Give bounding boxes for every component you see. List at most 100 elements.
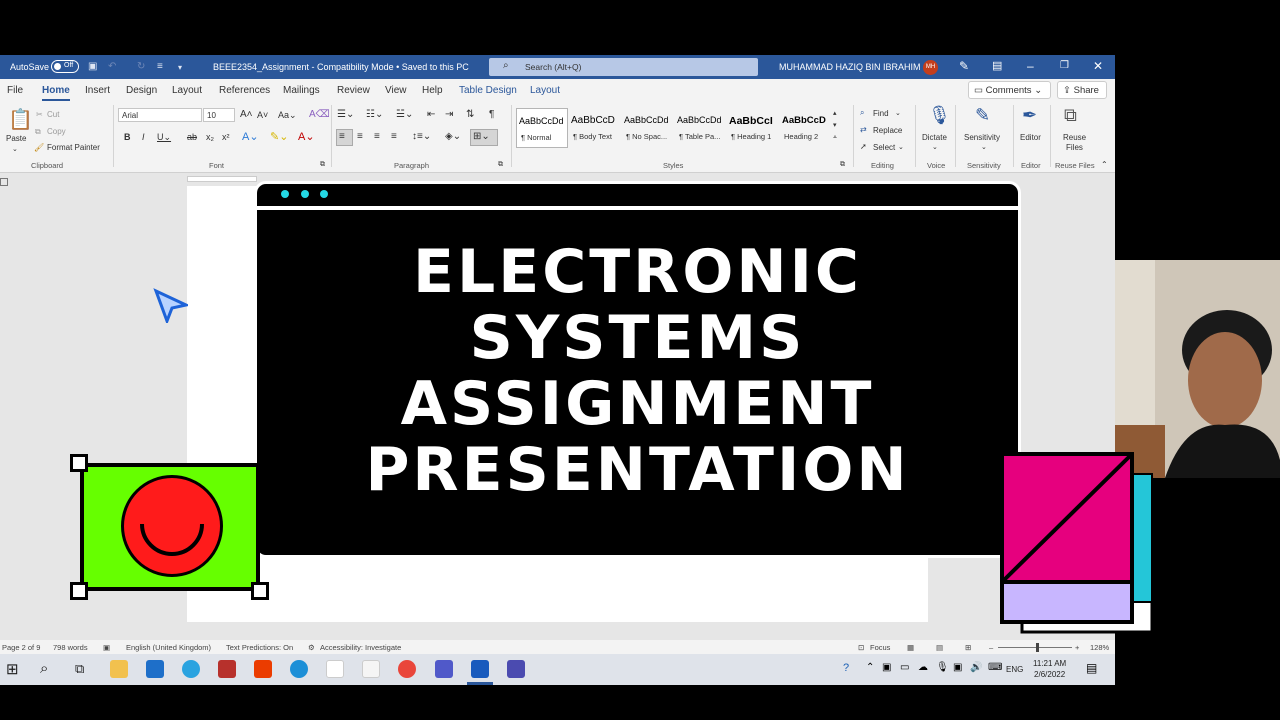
numbering-icon[interactable]: ☷⌄ <box>366 109 383 120</box>
reuse-files-icon[interactable]: ⧉ <box>1064 105 1077 126</box>
windows-start-icon[interactable]: ⊞ <box>6 660 19 678</box>
app-s-icon[interactable] <box>218 660 236 678</box>
sensitivity-dropdown-icon[interactable]: ⌄ <box>981 143 987 151</box>
task-view-icon[interactable]: ⧉ <box>75 661 84 677</box>
replace-label[interactable]: Replace <box>873 126 902 135</box>
tray-app-icon[interactable]: ▣ <box>882 662 891 673</box>
telegram-icon[interactable] <box>182 660 200 678</box>
find-label[interactable]: Find <box>873 109 889 118</box>
style-heading-1[interactable]: AaBbCcI ¶ Heading 1 <box>727 108 779 148</box>
focus-label[interactable]: Focus <box>870 643 890 652</box>
paste-label[interactable]: Paste <box>6 134 26 143</box>
text-predictions[interactable]: Text Predictions: On <box>226 643 293 652</box>
show-marks-icon[interactable]: ¶ <box>489 109 494 120</box>
text-effects-icon[interactable]: A⌄ <box>242 130 259 143</box>
paste-icon[interactable]: 📋 <box>8 107 33 132</box>
style-heading-2[interactable]: AaBbCcD Heading 2 <box>780 108 832 148</box>
style-body-text[interactable]: AaBbCcD ¶ Body Text <box>569 108 621 148</box>
page-indicator[interactable]: Page 2 of 9 <box>2 643 40 652</box>
style-normal[interactable]: AaBbCcDd ¶ Normal <box>516 108 568 148</box>
save-icon[interactable]: ▣ <box>88 61 97 72</box>
redo-icon[interactable]: ↻ <box>137 61 145 72</box>
chrome-icon[interactable] <box>398 660 416 678</box>
format-painter-label[interactable]: Format Painter <box>47 143 100 152</box>
paste-dropdown-icon[interactable]: ⌄ <box>12 145 18 153</box>
sensitivity-label[interactable]: Sensitivity <box>964 133 1000 142</box>
find-icon[interactable]: ⌕ <box>860 108 864 118</box>
user-name[interactable]: MUHAMMAD HAZIQ BIN IBRAHIM <box>779 62 921 72</box>
undo-icon[interactable]: ↶ <box>108 61 116 72</box>
bullets-icon[interactable]: ☰⌄ <box>337 109 354 120</box>
highlight-icon[interactable]: ✎⌄ <box>270 130 288 143</box>
find-dropdown-icon[interactable]: ⌄ <box>895 109 901 117</box>
paint-icon[interactable] <box>362 660 380 678</box>
smiley-sticker[interactable] <box>80 463 260 591</box>
select-dropdown-icon[interactable]: ⌄ <box>898 143 904 151</box>
collapse-ribbon-icon[interactable]: ⌃ <box>1101 160 1108 169</box>
styles-more-icon[interactable]: ⩡ <box>833 134 837 142</box>
files-label[interactable]: Files <box>1066 143 1083 152</box>
styles-scroll-down-icon[interactable]: ▾ <box>833 121 837 129</box>
microphone-icon[interactable]: 🎙 <box>936 662 949 673</box>
tab-view[interactable]: View <box>385 85 407 96</box>
styles-scroll-up-icon[interactable]: ▴ <box>833 109 837 117</box>
increase-indent-icon[interactable]: ⇥ <box>445 109 453 120</box>
minimize-icon[interactable]: – <box>1027 59 1034 73</box>
tab-home[interactable]: Home <box>42 85 70 101</box>
font-color-icon[interactable]: A⌄ <box>298 130 315 143</box>
search-icon[interactable]: ⌕ <box>40 660 48 677</box>
multilevel-list-icon[interactable]: ☱⌄ <box>396 109 413 120</box>
copy-icon[interactable]: ⧉ <box>35 127 41 137</box>
tab-help[interactable]: Help <box>422 85 443 96</box>
app-icon[interactable] <box>326 660 344 678</box>
cut-icon[interactable]: ✂ <box>36 110 43 119</box>
ruler[interactable] <box>187 176 257 182</box>
styles-launcher-icon[interactable]: ⧉ <box>840 161 845 169</box>
help-icon[interactable]: ? <box>843 662 849 674</box>
zoom-slider-thumb[interactable] <box>1036 643 1039 652</box>
cloud-icon[interactable]: ☁ <box>918 662 928 673</box>
clock[interactable]: 11:21 AM 2/6/2022 <box>1033 658 1066 680</box>
grow-font-icon[interactable]: A˄ <box>240 109 253 120</box>
zoom-in-icon[interactable]: + <box>1075 643 1079 652</box>
tab-layout[interactable]: Layout <box>172 85 202 96</box>
underline-icon[interactable]: U⌄ <box>157 132 171 143</box>
italic-icon[interactable]: I <box>142 132 145 142</box>
close-icon[interactable]: ✕ <box>1093 59 1103 73</box>
network-icon[interactable]: ⌨ <box>988 662 1002 673</box>
pen-icon[interactable]: ✎ <box>959 59 969 73</box>
volume-icon[interactable]: 🔊 <box>970 662 982 673</box>
teams-icon[interactable] <box>435 660 453 678</box>
language-indicator[interactable]: English (United Kingdom) <box>126 643 211 652</box>
reuse-label[interactable]: Reuse <box>1063 133 1086 142</box>
tab-design[interactable]: Design <box>126 85 157 96</box>
tab-mailings[interactable]: Mailings <box>283 85 320 96</box>
change-case-icon[interactable]: Aa⌄ <box>278 110 297 121</box>
justify-icon[interactable]: ≡ <box>391 131 397 142</box>
tab-selector[interactable] <box>0 178 8 186</box>
display-icon[interactable]: ▣ <box>953 662 962 673</box>
strikethrough-icon[interactable]: ab <box>187 132 197 142</box>
align-center-icon[interactable]: ≡ <box>357 131 363 142</box>
resize-handle[interactable] <box>70 454 88 472</box>
bold-icon[interactable]: B <box>124 132 131 142</box>
accessibility-status[interactable]: Accessibility: Investigate <box>320 643 401 652</box>
proofing-icon[interactable]: ▣ <box>103 643 110 652</box>
comments-button[interactable]: ▭ Comments ⌄ <box>968 81 1051 99</box>
style-table-paragraph[interactable]: AaBbCcDd ¶ Table Pa... <box>675 108 727 148</box>
app-taskbar-icon[interactable] <box>507 660 525 678</box>
tab-insert[interactable]: Insert <box>85 85 110 96</box>
edge-icon[interactable] <box>290 660 308 678</box>
web-layout-icon[interactable]: ⊞ <box>965 643 971 652</box>
mail-icon[interactable] <box>146 660 164 678</box>
shrink-font-icon[interactable]: A˅ <box>257 110 268 120</box>
format-painter-icon[interactable]: 🖌 <box>34 143 44 152</box>
word-count[interactable]: 798 words <box>53 643 88 652</box>
tab-table-design[interactable]: Table Design <box>459 85 517 96</box>
zoom-level[interactable]: 128% <box>1090 643 1109 652</box>
superscript-icon[interactable]: x² <box>222 132 230 142</box>
autosave-toggle[interactable]: Off <box>51 60 79 73</box>
clear-formatting-icon[interactable]: A⌫ <box>309 109 330 120</box>
align-right-icon[interactable]: ≡ <box>374 131 380 142</box>
resize-handle[interactable] <box>251 582 269 600</box>
